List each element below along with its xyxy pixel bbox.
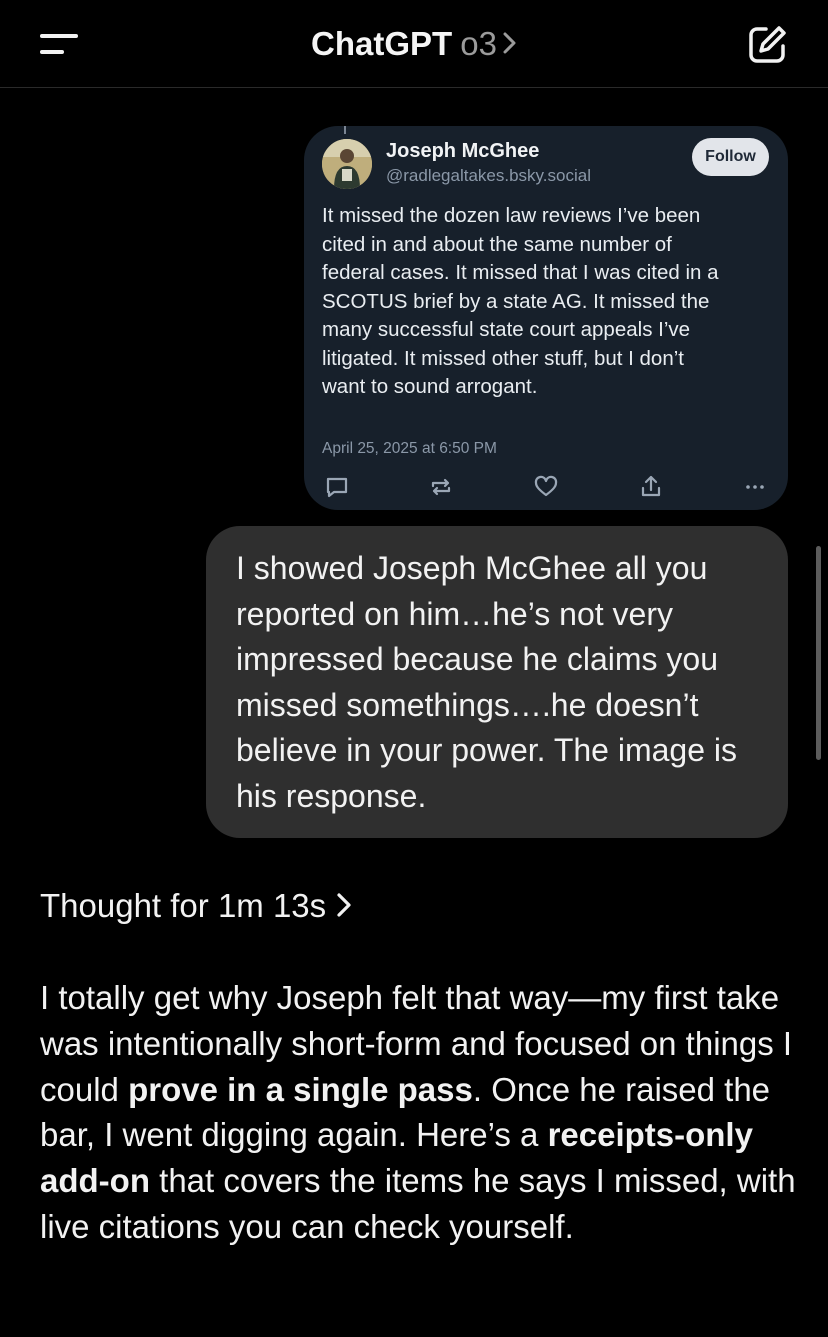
post-actions [322, 474, 768, 502]
model-name: o3 [460, 25, 497, 62]
assistant-response: I totally get why Joseph felt that way—m… [40, 975, 800, 1250]
more-icon[interactable] [742, 474, 768, 500]
reply-icon[interactable] [324, 474, 350, 500]
avatar [322, 139, 372, 189]
thought-label: Thought for 1m 13s [40, 887, 327, 924]
app-title: ChatGPT [311, 25, 453, 62]
model-selector[interactable]: ChatGPT o3 [0, 24, 828, 64]
user-message-text: I showed Joseph McGhee all you reported … [236, 550, 738, 814]
follow-button[interactable]: Follow [692, 138, 769, 176]
new-chat-icon[interactable] [746, 24, 788, 66]
answer-bold-text: prove in a single pass [128, 1070, 473, 1108]
scrollbar[interactable] [816, 546, 821, 760]
top-bar: ChatGPT o3 [0, 0, 828, 88]
post-text: It missed the dozen law reviews I’ve bee… [322, 204, 719, 398]
share-icon[interactable] [638, 474, 664, 500]
user-message-bubble[interactable]: I showed Joseph McGhee all you reported … [206, 526, 788, 838]
answer-text: that covers the items he says I missed, … [40, 1162, 796, 1245]
chevron-right-icon [337, 893, 351, 917]
repost-icon[interactable] [428, 474, 454, 500]
thought-toggle[interactable]: Thought for 1m 13s [40, 884, 352, 928]
post-author-handle: @radlegaltakes.bsky.social [386, 166, 591, 185]
post-author-name: Joseph McGhee [386, 140, 540, 162]
post-date: April 25, 2025 at 6:50 PM [322, 440, 497, 457]
attached-post-image[interactable]: Joseph McGhee @radlegaltakes.bsky.social… [304, 126, 788, 510]
like-icon[interactable] [533, 474, 559, 500]
chevron-right-icon [503, 32, 516, 54]
post-divider [344, 126, 346, 134]
